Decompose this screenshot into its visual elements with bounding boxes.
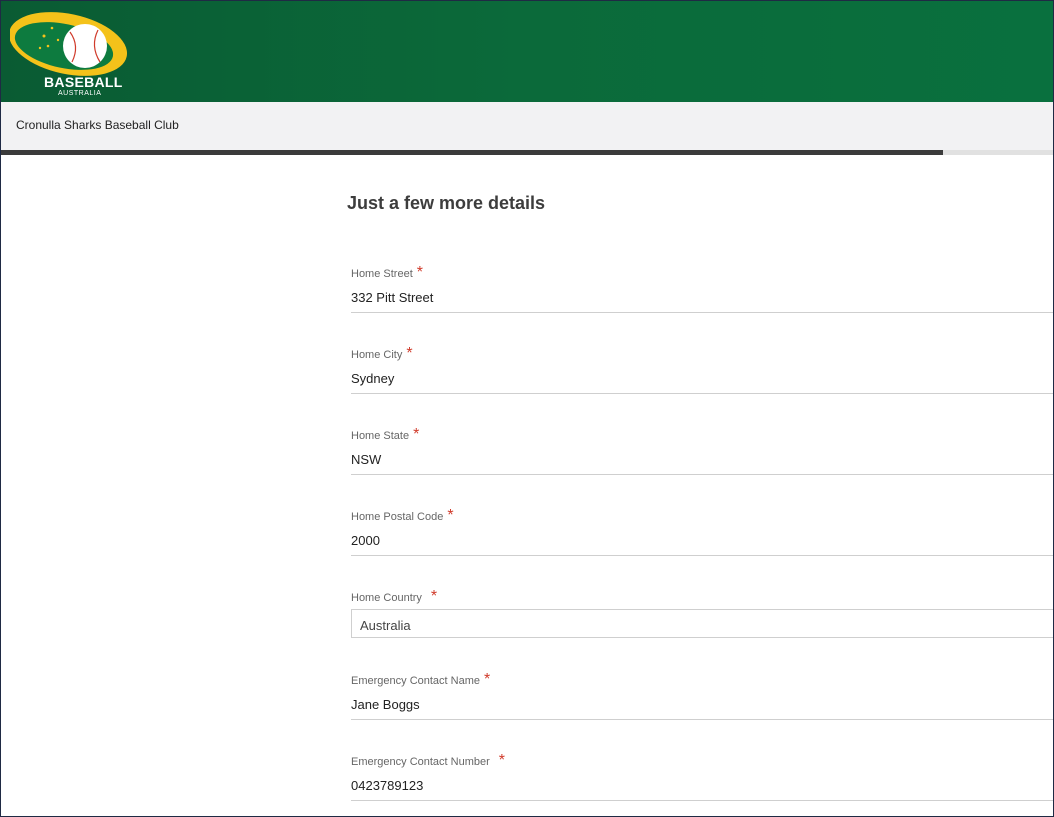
emergency-contact-number-field: Emergency Contact Number * 0423789123 <box>351 752 1054 801</box>
required-marker: * <box>430 588 438 605</box>
home-street-field: Home Street * 332 Pitt Street <box>351 264 1054 313</box>
home-state-label: Home State <box>351 430 410 442</box>
emergency-contact-name-label: Emergency Contact Name <box>351 675 480 687</box>
home-city-field: Home City * Sydney <box>351 345 1054 394</box>
field-underline <box>351 474 1054 475</box>
progress-fill <box>0 150 944 155</box>
home-street-label: Home Street <box>351 268 413 280</box>
home-state-field: Home State * NSW <box>351 426 1054 475</box>
required-marker: * <box>484 671 491 688</box>
home-street-input[interactable]: 332 Pitt Street <box>351 290 433 305</box>
field-underline <box>351 312 1054 313</box>
field-underline <box>351 555 1054 556</box>
required-marker: * <box>447 507 454 524</box>
home-postal-code-input[interactable]: 2000 <box>351 533 380 548</box>
required-marker: * <box>416 264 423 281</box>
home-city-label: Home City <box>351 349 403 361</box>
home-country-field: Home Country * Australia <box>351 588 1054 638</box>
emergency-contact-number-input[interactable]: 0423789123 <box>351 778 423 793</box>
required-marker: * <box>406 345 413 362</box>
home-postal-code-field: Home Postal Code * 2000 <box>351 507 1054 556</box>
logo-text: BASEBALL <box>44 74 123 90</box>
required-marker: * <box>413 426 420 443</box>
page-title: Just a few more details <box>347 193 546 213</box>
home-country-label: Home Country <box>351 592 422 604</box>
required-marker: * <box>498 752 506 769</box>
field-underline <box>351 393 1054 394</box>
field-underline <box>351 800 1054 801</box>
baseball-australia-logo[interactable]: BASEBALL AUSTRALIA <box>8 4 132 98</box>
club-name: Cronulla Sharks Baseball Club <box>16 118 179 132</box>
home-country-selected-value: Australia <box>360 618 411 633</box>
emergency-contact-number-label: Emergency Contact Number <box>351 756 490 768</box>
home-city-input[interactable]: Sydney <box>351 371 394 386</box>
field-underline <box>351 719 1054 720</box>
emergency-contact-name-field: Emergency Contact Name * Jane Boggs <box>351 671 1054 720</box>
site-header: BASEBALL AUSTRALIA <box>0 0 1054 102</box>
logo-subtext: AUSTRALIA <box>58 90 102 97</box>
progress-bar <box>0 150 1054 155</box>
home-postal-code-label: Home Postal Code <box>351 511 444 523</box>
home-state-input[interactable]: NSW <box>351 452 381 467</box>
emergency-contact-name-input[interactable]: Jane Boggs <box>351 697 420 712</box>
home-country-select[interactable]: Australia <box>351 609 1054 638</box>
